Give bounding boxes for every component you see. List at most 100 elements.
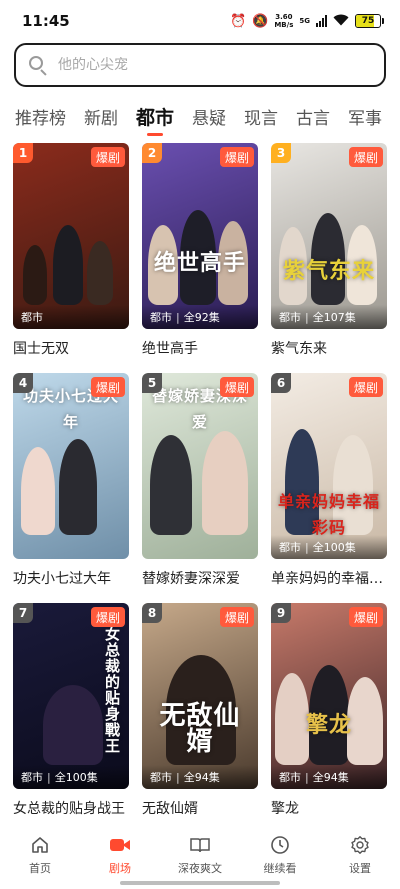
drama-poster[interactable]: 1 爆剧 都市 <box>13 143 129 329</box>
hot-badge: 爆剧 <box>348 607 383 627</box>
drama-title[interactable]: 替嫁娇妻深深爱 <box>142 568 258 588</box>
poster-title: 擎龙 <box>305 713 352 738</box>
meta-separator: | <box>176 770 180 784</box>
rank-badge: 3 <box>271 143 291 163</box>
clock-icon <box>270 834 290 856</box>
network-type: 5G <box>299 16 310 25</box>
poster-meta: 都市 <box>13 305 129 329</box>
drama-poster[interactable]: 替嫁娇妻深深爱 5 爆剧 <box>142 373 258 559</box>
hot-badge: 爆剧 <box>348 377 383 397</box>
genre-label: 都市 <box>150 311 172 324</box>
poster-figure <box>23 245 47 305</box>
drama-poster[interactable]: 紫气东来 3 爆剧都市 | 全107集 <box>271 143 387 329</box>
genre-label: 都市 <box>21 311 43 324</box>
tab-item[interactable]: 推荐榜 <box>15 104 66 129</box>
drama-card[interactable]: 替嫁娇妻深深爱 5 爆剧替嫁娇妻深深爱 <box>142 373 258 603</box>
home-icon <box>30 834 50 856</box>
book-icon <box>189 834 211 856</box>
drama-card[interactable]: 1 爆剧 都市国士无双 <box>13 143 129 373</box>
wifi-icon <box>333 14 349 29</box>
drama-poster[interactable]: 女总裁的贴身戰王 7 爆剧 都市 | 全100集 <box>13 603 129 789</box>
poster-figure <box>87 241 113 305</box>
drama-title[interactable]: 擎龙 <box>271 798 387 818</box>
rank-badge: 8 <box>142 603 162 623</box>
category-tabs: 推荐榜 新剧 都市 悬疑 现言 古言 军事 <box>0 96 400 136</box>
drama-card[interactable]: 绝世高手 2 爆剧 都市 | 全92集 绝世高手 <box>142 143 258 373</box>
nav-item-clock[interactable]: 继续看 <box>245 834 315 876</box>
net-speed-unit: MB/s <box>274 21 294 29</box>
poster-figures <box>13 195 129 305</box>
tab-item[interactable]: 都市 <box>136 103 174 136</box>
rank-badge: 7 <box>13 603 33 623</box>
hot-badge: 爆剧 <box>219 377 254 397</box>
status-bar: 11:45 ⏰ 🔕 3.60 MB/s 5G 75 <box>0 0 400 42</box>
poster-meta: 都市 | 全107集 <box>271 305 387 329</box>
tab-item[interactable]: 古言 <box>296 104 330 129</box>
drama-card[interactable]: 女总裁的贴身戰王 7 爆剧 都市 | 全100集 女总裁的贴身战王 <box>13 603 129 833</box>
home-indicator <box>120 881 280 885</box>
mute-icon: 🔕 <box>252 13 269 29</box>
poster-title: 无敌仙婿 <box>159 701 241 757</box>
rank-badge: 2 <box>142 143 162 163</box>
drama-title[interactable]: 国士无双 <box>13 338 129 358</box>
genre-label: 都市 <box>279 771 301 784</box>
meta-separator: | <box>305 310 309 324</box>
drama-poster[interactable]: 功夫小七过大年 4 爆剧 <box>13 373 129 559</box>
drama-poster[interactable]: 单亲妈妈幸福彩码 6 爆剧 都市 | 全100集 <box>271 373 387 559</box>
drama-poster[interactable]: 无敌仙婿 8 爆剧 都市 | 全94集 <box>142 603 258 789</box>
rank-badge: 4 <box>13 373 33 393</box>
episode-count: 全107集 <box>312 311 356 324</box>
poster-meta: 都市 | 全100集 <box>271 535 387 559</box>
meta-separator: | <box>305 540 309 554</box>
rank-badge: 9 <box>271 603 291 623</box>
drama-title[interactable]: 绝世高手 <box>142 338 258 358</box>
hot-badge: 爆剧 <box>219 147 254 167</box>
genre-label: 都市 <box>150 771 172 784</box>
nav-item-gear[interactable]: 设置 <box>325 834 395 876</box>
drama-title[interactable]: 单亲妈妈的幸福彩码 <box>271 568 387 588</box>
network-label: 5G <box>299 16 310 25</box>
meta-separator: | <box>305 770 309 784</box>
episode-count: 全100集 <box>312 541 356 554</box>
drama-card[interactable]: 功夫小七过大年 4 爆剧 功夫小七过大年 <box>13 373 129 603</box>
drama-card[interactable]: 无敌仙婿 8 爆剧 都市 | 全94集 无敌仙婿 <box>142 603 258 833</box>
hot-badge: 爆剧 <box>348 147 383 167</box>
drama-title[interactable]: 功夫小七过大年 <box>13 568 129 588</box>
poster-figures <box>271 655 387 765</box>
tab-item[interactable]: 新剧 <box>84 104 118 129</box>
drama-card[interactable]: 单亲妈妈幸福彩码 6 爆剧 都市 | 全100集 单亲妈妈的幸福彩码 <box>271 373 387 603</box>
drama-card[interactable]: 紫气东来 3 爆剧 都市 | 全107集 紫气东来 <box>271 143 387 373</box>
poster-meta: 都市 | 全94集 <box>271 765 387 789</box>
poster-meta: 都市 | 全92集 <box>142 305 258 329</box>
nav-label: 深夜爽文 <box>178 862 222 875</box>
drama-title[interactable]: 紫气东来 <box>271 338 387 358</box>
hot-badge: 爆剧 <box>90 377 125 397</box>
nav-item-book[interactable]: 深夜爽文 <box>165 834 235 876</box>
gear-icon <box>350 834 370 856</box>
battery-level: 75 <box>361 16 375 26</box>
episode-count: 全100集 <box>54 771 98 784</box>
tab-item[interactable]: 军事 <box>348 104 382 129</box>
drama-card[interactable]: 擎龙 9 爆剧 都市 | 全94集 擎龙 <box>271 603 387 833</box>
rank-badge: 1 <box>13 143 33 163</box>
battery-icon: 75 <box>355 14 384 28</box>
nav-item-home[interactable]: 首页 <box>5 834 75 876</box>
search-input[interactable] <box>58 57 384 73</box>
tab-item[interactable]: 悬疑 <box>192 104 226 129</box>
poster-figures <box>142 195 258 305</box>
drama-title[interactable]: 无敌仙婿 <box>142 798 258 818</box>
drama-title[interactable]: 女总裁的贴身战王 <box>13 798 129 818</box>
tab-item[interactable]: 现言 <box>244 104 278 129</box>
drama-poster[interactable]: 擎龙 9 爆剧 都市 | 全94集 <box>271 603 387 789</box>
search-box[interactable] <box>14 43 386 87</box>
signal-icon <box>316 15 327 27</box>
hot-badge: 爆剧 <box>90 607 125 627</box>
poster-title: 单亲妈妈幸福彩码 <box>277 492 380 537</box>
genre-label: 都市 <box>21 771 43 784</box>
nav-item-video[interactable]: 剧场 <box>85 834 155 876</box>
poster-title: 紫气东来 <box>282 259 375 284</box>
drama-grid: 1 爆剧 都市 国士无双 绝世高手 2 爆剧 都市 | 全92集 绝世高手 紫气东来 3 爆剧 都市 | 全10… <box>13 143 389 833</box>
poster-figure <box>21 447 55 535</box>
nav-label: 首页 <box>29 862 51 875</box>
drama-poster[interactable]: 绝世高手 2 爆剧 都市 | 全92集 <box>142 143 258 329</box>
